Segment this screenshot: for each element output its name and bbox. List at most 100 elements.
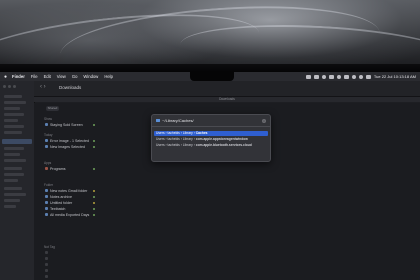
- sidebar-item-downloads[interactable]: [2, 139, 32, 144]
- list-item[interactable]: [45, 256, 95, 261]
- status-dot: [93, 207, 95, 210]
- menu-window[interactable]: Window: [83, 74, 98, 79]
- menu-app-name[interactable]: Finder: [12, 74, 25, 79]
- list-item[interactable]: Programs: [45, 166, 95, 171]
- list-item[interactable]: [45, 274, 95, 279]
- list-item[interactable]: New Images Selected: [45, 144, 95, 149]
- sidebar-item[interactable]: [4, 125, 24, 128]
- group-header[interactable]: Not Tag: [44, 245, 55, 249]
- folder-icon: [45, 145, 48, 148]
- path-bar[interactable]: Downloads: [34, 97, 420, 102]
- sidebar-item[interactable]: [4, 205, 16, 208]
- list-item[interactable]: New notes Gmall folder: [45, 188, 95, 193]
- status-dot: [93, 195, 95, 198]
- folder-icon: [45, 139, 48, 142]
- sidebar-item[interactable]: [4, 193, 26, 196]
- status-dot: [93, 139, 95, 142]
- list-item[interactable]: Notes archive: [45, 194, 95, 199]
- sidebar-item[interactable]: [4, 95, 22, 98]
- suggestion-match: com.apple.bluetooth.services.cloud: [195, 143, 252, 147]
- status-app-icon[interactable]: [321, 74, 326, 79]
- item-label: New notes Gmall folder: [50, 188, 88, 193]
- sidebar-item[interactable]: [4, 107, 20, 110]
- folder-icon: [45, 123, 48, 126]
- item-label: New Images Selected: [50, 144, 85, 149]
- folder-icon: [156, 119, 160, 123]
- status-dot: [93, 123, 95, 126]
- finder-window: ‹ › Downloads Downloads Shared Show Stay…: [0, 81, 420, 280]
- item-label: Textbatch: [50, 206, 66, 211]
- sidebar-item[interactable]: [4, 173, 24, 176]
- suggestion-match: com.apple.appstoreagentwindow: [195, 137, 248, 141]
- laptop-bezel: [0, 64, 420, 72]
- folder-icon: [45, 213, 48, 216]
- battery-icon[interactable]: [343, 74, 349, 79]
- folder-icon: [45, 201, 48, 204]
- control-center-icon[interactable]: [365, 74, 371, 79]
- item-label: Staying Sold Screen: [50, 122, 83, 127]
- menu-view[interactable]: View: [57, 74, 66, 79]
- close-window-icon[interactable]: [3, 85, 6, 88]
- status-app-icon[interactable]: [336, 74, 341, 79]
- menubar-clock[interactable]: Tue 22 Jul 10:13:18 AM: [374, 74, 416, 79]
- sidebar-item[interactable]: [4, 131, 22, 134]
- minimize-window-icon[interactable]: [8, 85, 11, 88]
- menu-go[interactable]: Go: [72, 74, 78, 79]
- menu-help[interactable]: Help: [104, 74, 113, 79]
- suggestion-item[interactable]: Users › tachelds › Library › com.apple.a…: [154, 137, 268, 142]
- sidebar-item[interactable]: [4, 119, 18, 122]
- list-item[interactable]: Untitled folder: [45, 200, 95, 205]
- clear-icon[interactable]: ×: [262, 119, 266, 123]
- sidebar-item[interactable]: [4, 179, 18, 182]
- group-header[interactable]: Show: [44, 117, 52, 121]
- suggestion-match: Caches: [195, 131, 208, 135]
- file-icon: [45, 257, 48, 260]
- path-input[interactable]: ~/Library/Caches/: [156, 118, 264, 124]
- status-dot: [93, 201, 95, 204]
- status-app-icon[interactable]: [328, 74, 334, 79]
- item-label: Untitled folder: [50, 200, 73, 205]
- suggestion-item[interactable]: Users › tachelds › Library › Caches: [154, 131, 268, 136]
- item-label: Notes archive: [50, 194, 72, 199]
- suggestion-path: Users › tachelds › Library ›: [156, 143, 196, 147]
- file-icon: [45, 263, 48, 266]
- apple-menu-icon[interactable]: ●: [4, 74, 7, 80]
- search-icon[interactable]: [358, 74, 363, 79]
- desktop-wallpaper: [0, 0, 420, 68]
- sidebar-item[interactable]: [4, 167, 22, 170]
- sidebar-item[interactable]: [4, 199, 20, 202]
- window-title: Downloads: [59, 85, 82, 90]
- app-icon: [45, 167, 48, 170]
- list-item[interactable]: Staying Sold Screen: [45, 122, 95, 127]
- status-app-icon[interactable]: [305, 74, 311, 79]
- list-item[interactable]: All media Exported Days: [45, 212, 95, 217]
- zoom-window-icon[interactable]: [13, 85, 16, 88]
- group-header[interactable]: Apps: [44, 161, 51, 165]
- sidebar-item[interactable]: [4, 101, 26, 104]
- group-header[interactable]: Folder: [44, 183, 53, 187]
- item-label: Error image - 1 Selected: [50, 138, 89, 143]
- sidebar-item[interactable]: [4, 159, 26, 162]
- list-item[interactable]: Error image - 1 Selected: [45, 138, 95, 143]
- list-item[interactable]: [45, 250, 95, 255]
- sidebar-item[interactable]: [4, 153, 20, 156]
- group-header[interactable]: Today: [44, 133, 53, 137]
- menu-file[interactable]: File: [31, 74, 38, 79]
- suggestion-item[interactable]: Users › tachelds › Library › com.apple.b…: [154, 143, 268, 148]
- window-titlebar: ‹ › Downloads: [34, 81, 420, 97]
- list-item[interactable]: Textbatch: [45, 206, 95, 211]
- suggestion-path: Users › tachelds › Library ›: [156, 137, 196, 141]
- menu-edit[interactable]: Edit: [44, 74, 51, 79]
- folder-icon: [45, 207, 48, 210]
- back-arrow-icon[interactable]: ‹ ›: [40, 84, 46, 90]
- add-button[interactable]: Shared: [46, 106, 59, 111]
- status-app-icon[interactable]: [313, 74, 319, 79]
- status-dot: [93, 167, 95, 170]
- sidebar-item[interactable]: [4, 147, 24, 150]
- sidebar-item[interactable]: [4, 187, 22, 190]
- wifi-icon[interactable]: [351, 74, 356, 79]
- window-controls: [3, 85, 16, 88]
- list-item[interactable]: [45, 268, 95, 273]
- sidebar-item[interactable]: [4, 113, 24, 116]
- list-item[interactable]: [45, 262, 95, 267]
